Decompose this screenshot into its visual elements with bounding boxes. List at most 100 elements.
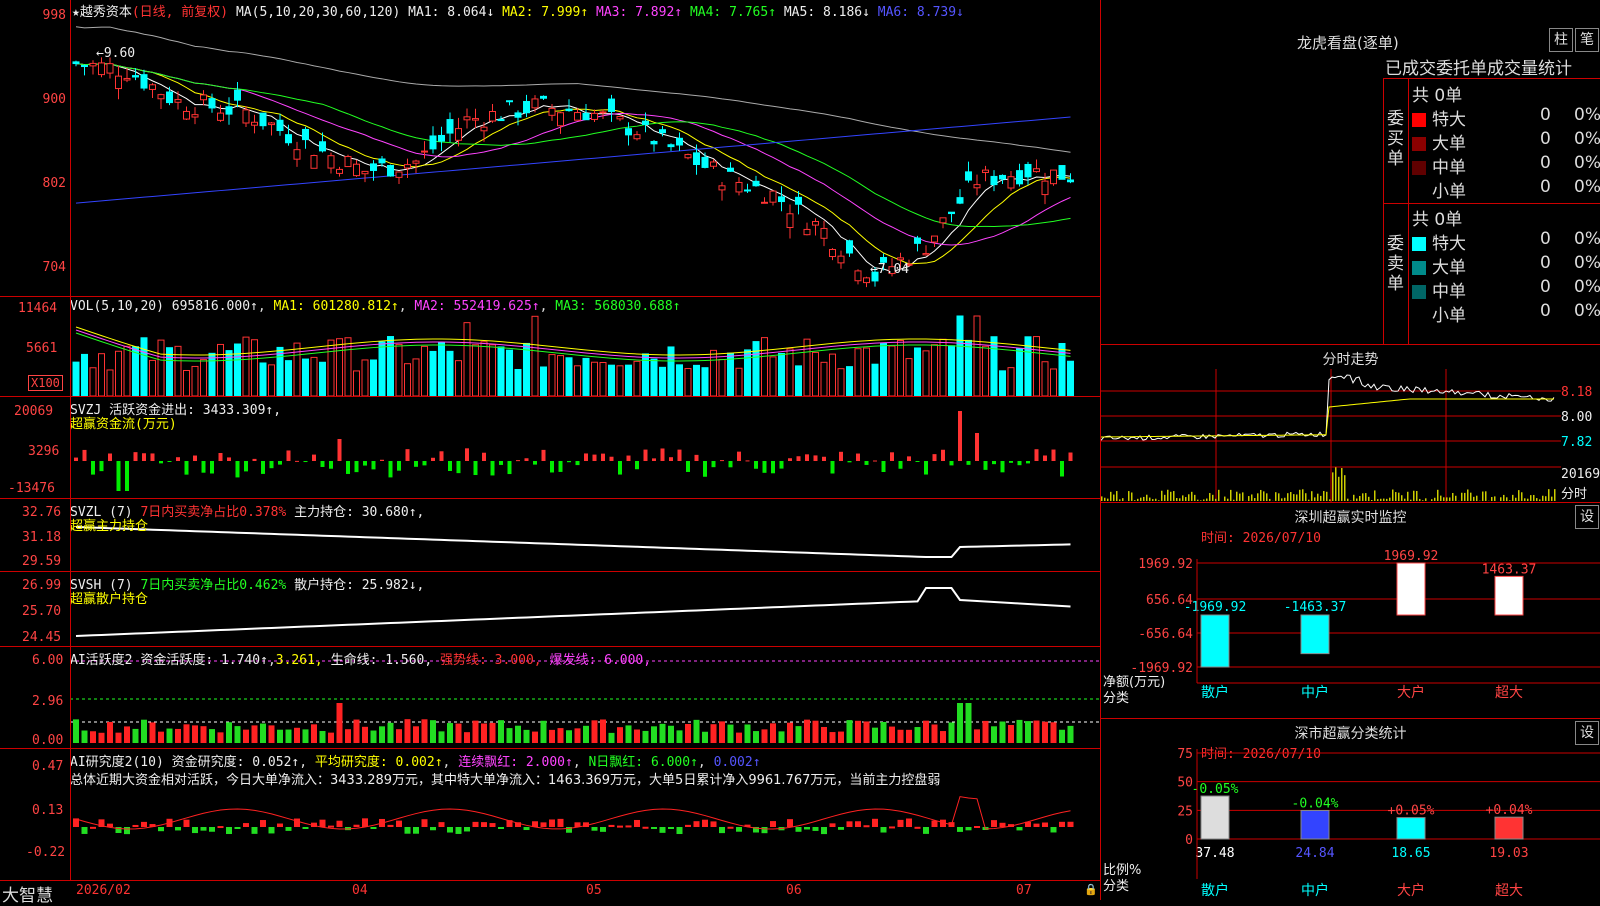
volume-bar [405,364,411,396]
net-bar [1397,563,1425,615]
svzl-subtitle: 超赢主力持仓 [70,515,148,534]
research-bar [473,822,479,827]
activity-bar [507,728,513,743]
svsh-panel[interactable]: SVSH (7) 7日内买卖净占比0.462% 散户持仓: 25.982↓, 超… [0,572,1100,647]
volume-bar [524,343,530,396]
intraday-vol-bar [1314,497,1316,501]
research-bar [209,827,215,832]
lock-icon[interactable]: 🔒 [1084,883,1098,896]
intraday-panel[interactable]: 分时走势 8.18 8.00 7.82 20169 分时 [1101,344,1600,503]
volume-bar [881,343,887,396]
activity-bar [872,728,878,743]
intraday-vol-bar [1380,499,1382,501]
flow-bar [397,461,401,471]
candle-body [192,115,198,117]
research-bar [915,827,921,829]
delta-label: -0.04% [1292,797,1339,812]
price-axis-label: 802 [43,176,66,191]
vol-axis-label: 11464 [18,301,57,316]
activity-bar [949,722,955,743]
lhb-row: 大单00% [1412,253,1597,278]
activity-bar [107,722,113,743]
flow-bar [448,461,452,471]
intraday-vol-bar [1476,496,1478,501]
flow-bar [329,461,333,469]
intraday-axis-label: 7.82 [1561,435,1592,450]
flow-bar [584,453,588,461]
intraday-vol-bar [1329,499,1331,501]
candle-body [294,150,300,160]
volume-bar [821,362,827,396]
svsh-axis-label: 25.70 [22,604,61,619]
lhb-row: 小单00% [1412,177,1597,202]
tick-mode-button[interactable]: 笔 [1575,28,1599,52]
net-bar [1301,615,1329,654]
candle-body [116,76,122,88]
high-annotation: ←9.60 [96,46,135,61]
volume-bar [235,344,241,396]
activity-bar [1051,722,1057,743]
research-bar [685,825,691,827]
candle-body [915,238,921,243]
sz-net-chart: 1969.92656.64-656.64-1969.92-1969.92散户-1… [1101,503,1600,719]
research-bar [260,820,266,827]
flow-bar [108,454,112,461]
ai-research-panel[interactable]: AI研究度2(10) 资金研究度: 0.052↑, 平均研究度: 0.002↑,… [0,749,1100,864]
candle-body [405,165,411,168]
intraday-vol-bar [1548,489,1550,501]
candle-body [260,113,266,126]
volume-bar [447,351,453,396]
intraday-vol-bar [1335,467,1337,501]
research-bar [286,827,292,831]
activity-bar [124,726,130,743]
category-label: 散户 [1201,684,1229,701]
research-bar [490,823,496,827]
flow-bar [457,461,461,473]
activity-bar [583,726,589,743]
activity-bar [668,726,674,743]
research-bar [1017,827,1023,830]
volume-bar [320,362,326,396]
candle-body [150,85,156,90]
volume-bar [770,357,776,396]
candlestick-chart[interactable] [0,0,1100,296]
flow-bar [142,453,146,461]
volume-bar [1034,337,1040,396]
price-panel[interactable]: 998 900 802 704 ★越秀资本(日线, 前复权) MA(5,10,2… [0,0,1100,297]
research-bar [796,827,802,832]
candle-body [337,169,343,173]
volume-bar [949,346,955,396]
candle-body [1034,169,1040,172]
volume-bar [413,359,419,396]
ai-activity-panel[interactable]: AI活跃度2 资金活跃度: 1.740↑,3.261, 生命线: 1.560, … [0,647,1100,749]
research-bar [133,825,139,827]
flow-bar [1052,450,1056,461]
intraday-vol-bar [1455,496,1457,501]
volume-panel[interactable]: VOL(5,10,20) 695816.000↑, MA1: 601280.81… [0,297,1100,397]
flow-bar [542,450,546,461]
delta-label: -0.05% [1192,782,1239,797]
flow-bar [261,461,265,474]
ma2-value: MA2: 7.999↑ [502,5,588,20]
volume-bar [133,347,139,396]
svzl-panel[interactable]: SVZL (7) 7日内买卖净占比0.378% 主力持仓: 30.680↑, 超… [0,499,1100,572]
activity-bar [1000,722,1006,743]
sz-class-panel[interactable]: 深市超赢分类统计 设 时间: 2026/07/10 7550250-0.05%3… [1101,718,1600,901]
volume-bar [311,357,317,396]
flow-bar [151,453,155,461]
activity-bar [753,731,759,743]
sz-monitor-panel[interactable]: 深圳超赢实时监控 设 时间: 2026/07/10 1969.92656.64-… [1101,502,1600,719]
research-bar [932,821,938,827]
bar-mode-button[interactable]: 柱 [1549,28,1573,52]
chart-mode[interactable]: (日线, 前复权) [132,5,228,20]
volume-bar [141,338,147,396]
flow-bar [431,458,435,461]
intraday-vol-bar [1296,494,1298,501]
svzj-panel[interactable]: SVZJ 活跃资金进出: 3433.309↑, 超赢资金流(万元) 20069 … [0,397,1100,499]
volume-bar [668,347,674,396]
activity-bar [260,724,266,743]
volume-bar [898,340,904,396]
intraday-vol-bar [1545,496,1547,501]
vol-ma2: MA2: 552419.625↑ [414,299,539,314]
volume-bar [439,342,445,396]
